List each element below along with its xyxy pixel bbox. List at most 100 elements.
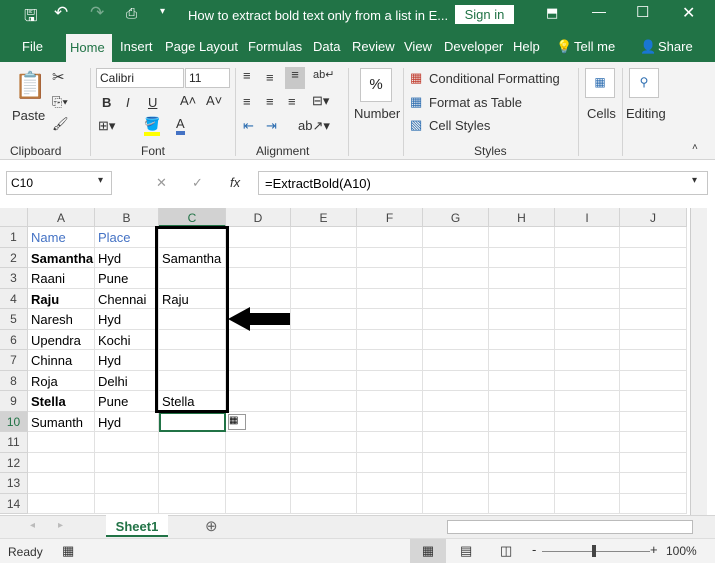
prev-sheet-icon[interactable]: ◂: [30, 520, 35, 531]
cell-e8[interactable]: [291, 370, 357, 391]
cell-e10[interactable]: [291, 411, 357, 432]
cell-g4[interactable]: [423, 288, 489, 309]
cell-j14[interactable]: [620, 493, 687, 514]
cell-g9[interactable]: [423, 391, 489, 412]
row-header-3[interactable]: 3: [0, 268, 28, 289]
customize-toolbar-icon[interactable]: ▾: [160, 6, 165, 17]
cell-j8[interactable]: [620, 370, 687, 391]
cell-f3[interactable]: [357, 268, 423, 289]
column-header-c[interactable]: C: [159, 208, 226, 227]
row-header-12[interactable]: 12: [0, 452, 28, 473]
cell-b12[interactable]: [95, 452, 159, 473]
normal-view-icon[interactable]: ▦: [410, 539, 446, 563]
insert-function-icon[interactable]: fx: [230, 175, 240, 190]
increase-font-icon[interactable]: A˄: [180, 93, 196, 108]
collapse-ribbon-icon[interactable]: ˄: [692, 142, 698, 153]
cell-h14[interactable]: [489, 493, 555, 514]
fill-color-icon[interactable]: 🪣: [144, 116, 161, 136]
row-header-13[interactable]: 13: [0, 473, 28, 494]
row-header-8[interactable]: 8: [0, 370, 28, 391]
cell-j9[interactable]: [620, 391, 687, 412]
bold-button[interactable]: B: [102, 95, 111, 110]
merge-center-icon[interactable]: ⊟▾: [312, 93, 329, 109]
column-header-j[interactable]: J: [620, 208, 687, 227]
number-button[interactable]: Number: [354, 106, 400, 121]
cell-e4[interactable]: [291, 288, 357, 309]
cell-d4[interactable]: [226, 288, 291, 309]
cell-f8[interactable]: [357, 370, 423, 391]
cell-g1[interactable]: [423, 227, 489, 248]
cell-g13[interactable]: [423, 473, 489, 494]
paste-button[interactable]: Paste: [12, 108, 45, 123]
macro-record-icon[interactable]: ▦: [62, 543, 74, 559]
cell-b5[interactable]: Hyd: [95, 309, 159, 330]
tab-developer[interactable]: Developer: [444, 39, 503, 54]
cell-f2[interactable]: [357, 247, 423, 268]
cell-i6[interactable]: [555, 329, 620, 350]
cell-i13[interactable]: [555, 473, 620, 494]
cell-i2[interactable]: [555, 247, 620, 268]
cell-b7[interactable]: Hyd: [95, 350, 159, 371]
column-header-a[interactable]: A: [28, 208, 95, 227]
tab-data[interactable]: Data: [313, 39, 340, 54]
row-header-1[interactable]: 1: [0, 227, 28, 248]
paste-icon[interactable]: 📋: [14, 70, 46, 101]
cell-i11[interactable]: [555, 432, 620, 453]
cell-i5[interactable]: [555, 309, 620, 330]
cell-j5[interactable]: [620, 309, 687, 330]
cell-e3[interactable]: [291, 268, 357, 289]
bottom-align-icon[interactable]: ≡: [285, 67, 305, 89]
underline-button[interactable]: U: [148, 95, 157, 110]
cell-g14[interactable]: [423, 493, 489, 514]
cell-j10[interactable]: [620, 411, 687, 432]
cell-c12[interactable]: [159, 452, 226, 473]
cell-g5[interactable]: [423, 309, 489, 330]
cell-g10[interactable]: [423, 411, 489, 432]
cell-a3[interactable]: Raani: [28, 268, 95, 289]
cell-e7[interactable]: [291, 350, 357, 371]
decrease-font-icon[interactable]: A˅: [206, 93, 222, 108]
cell-h2[interactable]: [489, 247, 555, 268]
cell-f14[interactable]: [357, 493, 423, 514]
next-sheet-icon[interactable]: ▸: [58, 520, 63, 531]
cell-g6[interactable]: [423, 329, 489, 350]
sign-in-button[interactable]: Sign in: [455, 5, 514, 24]
cell-c13[interactable]: [159, 473, 226, 494]
formula-input[interactable]: =ExtractBold(A10): [258, 171, 708, 195]
row-header-6[interactable]: 6: [0, 329, 28, 350]
cell-h11[interactable]: [489, 432, 555, 453]
orientation-icon[interactable]: ab↗▾: [298, 118, 330, 134]
cell-b3[interactable]: Pune: [95, 268, 159, 289]
column-header-d[interactable]: D: [226, 208, 291, 227]
cell-j12[interactable]: [620, 452, 687, 473]
tab-page-layout[interactable]: Page Layout: [165, 39, 238, 54]
redo-icon[interactable]: ↷: [90, 3, 104, 23]
cell-d1[interactable]: [226, 227, 291, 248]
cell-j6[interactable]: [620, 329, 687, 350]
cell-a9[interactable]: Stella: [28, 391, 95, 412]
close-button[interactable]: ✕: [682, 3, 695, 23]
cell-h5[interactable]: [489, 309, 555, 330]
cell-a8[interactable]: Roja: [28, 370, 95, 391]
cell-h9[interactable]: [489, 391, 555, 412]
cell-d7[interactable]: [226, 350, 291, 371]
cell-h1[interactable]: [489, 227, 555, 248]
cell-f10[interactable]: [357, 411, 423, 432]
cell-e14[interactable]: [291, 493, 357, 514]
cell-e5[interactable]: [291, 309, 357, 330]
cell-i7[interactable]: [555, 350, 620, 371]
tab-view[interactable]: View: [404, 39, 432, 54]
cell-j4[interactable]: [620, 288, 687, 309]
cell-h3[interactable]: [489, 268, 555, 289]
format-as-table-button[interactable]: Format as Table: [429, 95, 522, 110]
tell-me-search[interactable]: Tell me: [574, 39, 615, 54]
cell-f1[interactable]: [357, 227, 423, 248]
number-format-icon[interactable]: %: [360, 68, 392, 102]
format-painter-icon[interactable]: 🖌: [52, 116, 69, 132]
cell-g3[interactable]: [423, 268, 489, 289]
cell-a7[interactable]: Chinna: [28, 350, 95, 371]
row-header-10[interactable]: 10: [0, 411, 28, 432]
cell-e1[interactable]: [291, 227, 357, 248]
column-header-h[interactable]: H: [489, 208, 555, 227]
cut-icon[interactable]: ✂: [52, 68, 65, 86]
